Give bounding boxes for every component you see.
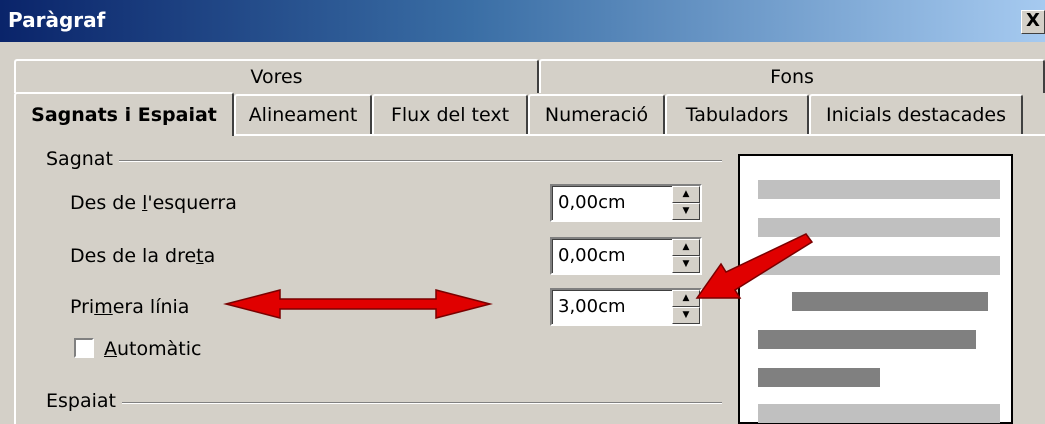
tab-label: Alineament [248, 104, 358, 126]
automatic-checkbox[interactable] [74, 338, 94, 358]
first-line-label: Primera línia [70, 296, 190, 318]
tab-label: Vores [250, 66, 303, 88]
spin-up-button[interactable]: ▲ [672, 290, 700, 307]
preview-line [758, 256, 1000, 275]
after-text-spinbox[interactable]: 0,00cm ▲ ▼ [550, 237, 702, 275]
preview-line [792, 292, 988, 311]
tab-tabs[interactable]: Tabuladors [665, 94, 809, 134]
before-text-spinbox[interactable]: 0,00cm ▲ ▼ [550, 184, 702, 222]
group-divider [40, 402, 722, 404]
window-title: Paràgraf [8, 8, 106, 32]
preview-line [758, 404, 1000, 423]
tab-numbering[interactable]: Numeració [528, 94, 665, 134]
preview-line [758, 330, 976, 349]
spin-down-button[interactable]: ▼ [672, 256, 700, 273]
tab-label: Tabuladors [685, 104, 789, 126]
spin-up-button[interactable]: ▲ [672, 239, 700, 256]
tab-label: Fons [770, 66, 814, 88]
close-button[interactable]: X [1021, 10, 1045, 34]
tab-borders[interactable]: Vores [14, 59, 539, 93]
tab-label: Numeració [544, 104, 649, 126]
after-text-value: 0,00cm [558, 245, 626, 266]
automatic-label: Automàtic [104, 338, 202, 360]
spin-down-button[interactable]: ▼ [672, 203, 700, 220]
title-bar: Paràgraf X [0, 0, 1045, 42]
spin-up-button[interactable]: ▲ [672, 186, 700, 203]
preview-line [758, 368, 880, 387]
tab-text-flow[interactable]: Flux del text [372, 94, 528, 134]
group-label-spacing: Espaiat [40, 390, 122, 412]
tab-alignment[interactable]: Alineament [234, 94, 372, 134]
paragraph-preview [738, 154, 1013, 424]
before-text-label: Des de l'esquerra [70, 192, 237, 214]
tab-label: Flux del text [390, 104, 510, 126]
tab-indents-spacing[interactable]: Sagnats i Espaiat [14, 92, 234, 136]
tab-drop-caps[interactable]: Inicials destacades [809, 94, 1023, 134]
tab-background[interactable]: Fons [539, 59, 1045, 93]
preview-line [758, 180, 1000, 199]
tab-label: Sagnats i Espaiat [31, 104, 217, 126]
group-label-indent: Sagnat [40, 148, 119, 170]
group-divider [40, 160, 722, 162]
preview-line [758, 218, 1000, 237]
first-line-spinbox[interactable]: 3,00cm ▲ ▼ [550, 288, 702, 326]
tab-label: Inicials destacades [826, 104, 1006, 126]
spin-down-button[interactable]: ▼ [672, 307, 700, 324]
before-text-value: 0,00cm [558, 192, 626, 213]
after-text-label: Des de la dreta [70, 245, 216, 267]
first-line-value: 3,00cm [558, 296, 626, 317]
